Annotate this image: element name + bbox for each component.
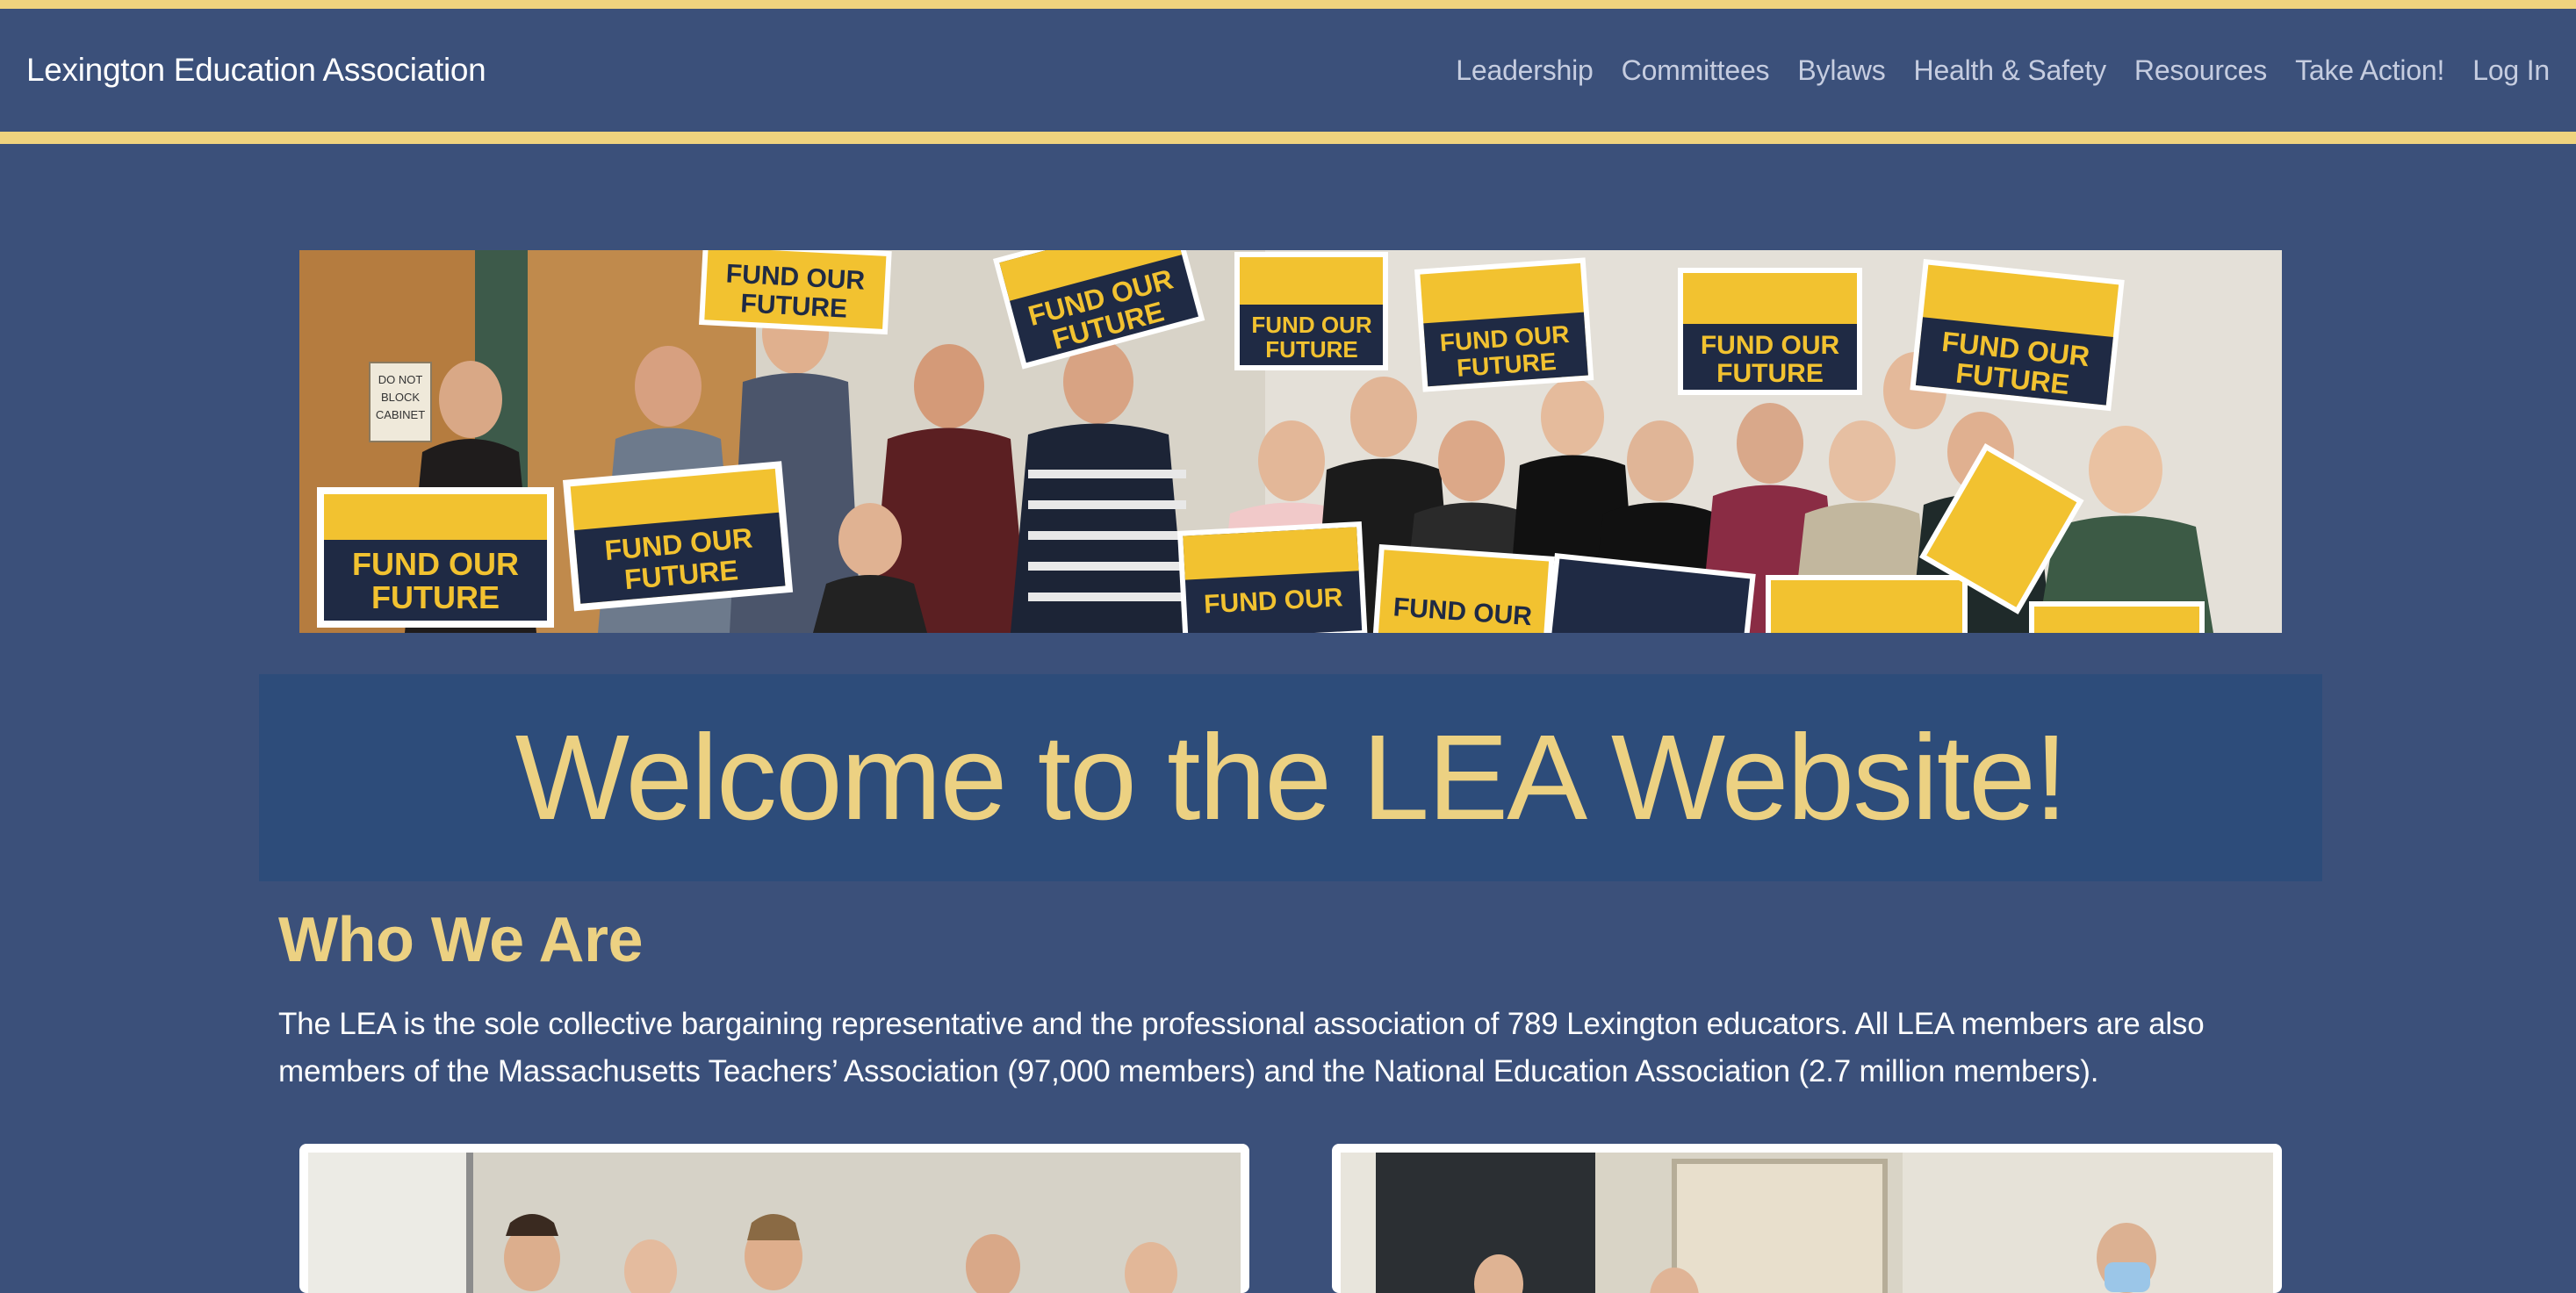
site-brand-link[interactable]: Lexington Education Association bbox=[26, 52, 486, 89]
nav-link-leadership[interactable]: Leadership bbox=[1456, 54, 1594, 87]
svg-text:FUTURE: FUTURE bbox=[1265, 336, 1357, 363]
group-photo-right bbox=[1332, 1144, 2282, 1293]
hero-group-photo: DO NOT BLOCK CABINET FUND OUR FUTURE FUN… bbox=[299, 250, 2282, 633]
svg-text:BLOCK: BLOCK bbox=[381, 391, 420, 404]
svg-text:FUTURE: FUTURE bbox=[371, 579, 500, 615]
nav-link-health-safety[interactable]: Health & Safety bbox=[1914, 54, 2107, 87]
navbar-accent-stripe bbox=[0, 132, 2576, 144]
welcome-title: Welcome to the LEA Website! bbox=[514, 709, 2068, 845]
svg-text:FUTURE: FUTURE bbox=[740, 289, 848, 323]
group-photo-left bbox=[299, 1144, 1249, 1293]
svg-text:FUND OUR: FUND OUR bbox=[1251, 312, 1371, 338]
svg-text:FUTURE: FUTURE bbox=[1716, 359, 1824, 388]
nav-link-resources[interactable]: Resources bbox=[2134, 54, 2267, 87]
svg-text:FUND OUR: FUND OUR bbox=[1701, 331, 1840, 360]
who-we-are-body: The LEA is the sole collective bargainin… bbox=[278, 1007, 2205, 1088]
svg-text:CABINET: CABINET bbox=[376, 408, 425, 421]
svg-text:FUND OUR: FUND OUR bbox=[352, 546, 519, 582]
svg-text:DO NOT: DO NOT bbox=[378, 373, 423, 386]
nav-link-log-in[interactable]: Log In bbox=[2472, 54, 2550, 87]
welcome-banner: Welcome to the LEA Website! bbox=[259, 674, 2322, 881]
nav-link-bylaws[interactable]: Bylaws bbox=[1797, 54, 1885, 87]
nav-link-committees[interactable]: Committees bbox=[1622, 54, 1770, 87]
top-accent-stripe bbox=[0, 0, 2576, 9]
main-navbar: Lexington Education Association Leadersh… bbox=[0, 9, 2576, 132]
nav-link-take-action[interactable]: Take Action! bbox=[2295, 54, 2444, 87]
nav-links: Leadership Committees Bylaws Health & Sa… bbox=[1456, 54, 2550, 87]
who-we-are-heading: Who We Are bbox=[278, 905, 644, 975]
